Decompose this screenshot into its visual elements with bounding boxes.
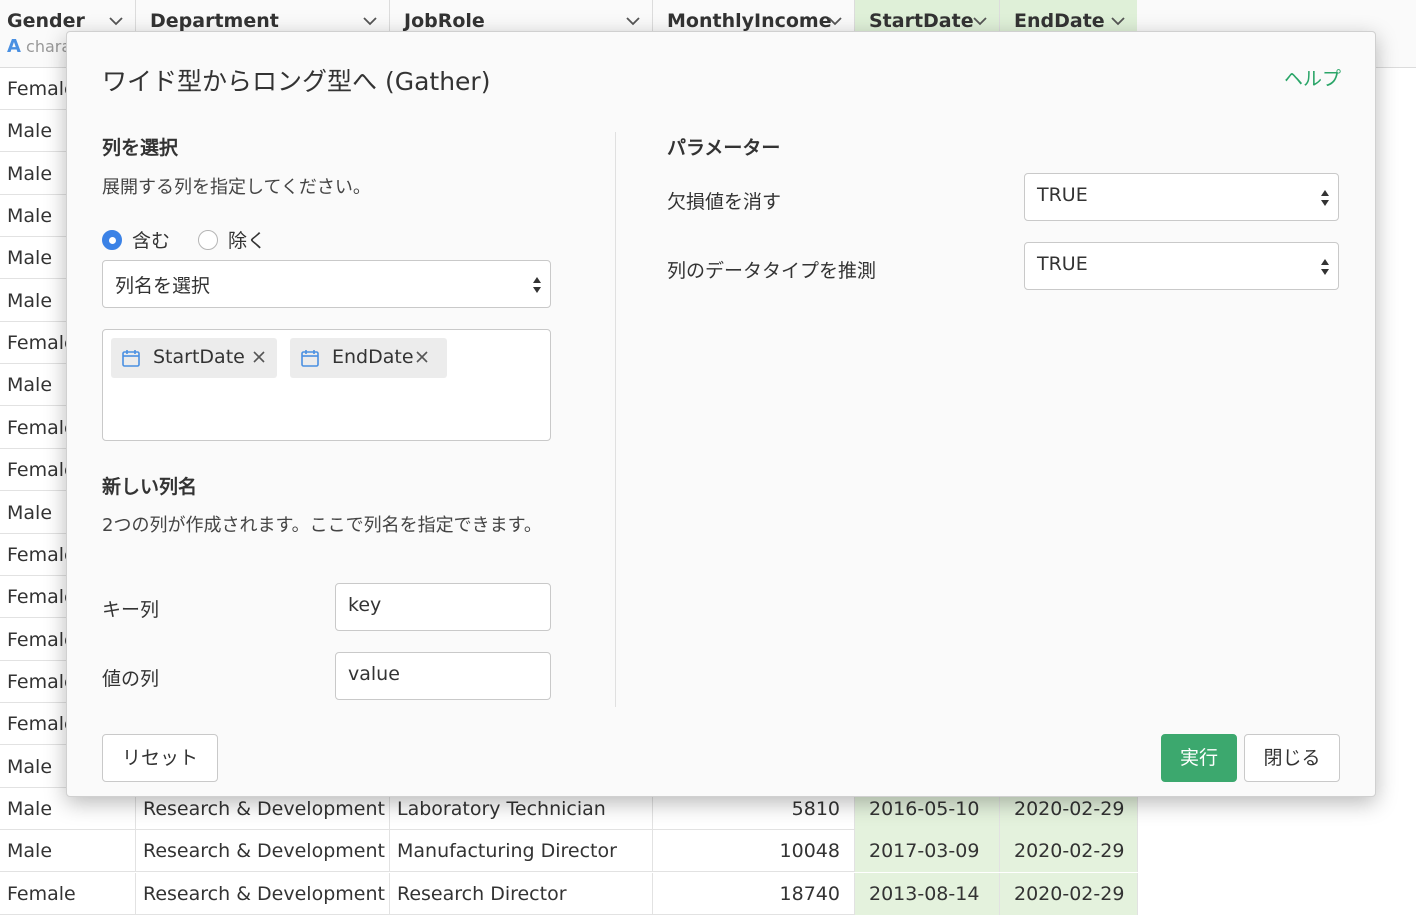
column-name: StartDate [869,10,974,32]
column-select[interactable]: 列名を選択 [102,260,551,308]
cell-gender: Male [0,830,136,873]
table-row: Male Research & Development Manufacturing … [0,830,1138,873]
remove-tag-icon[interactable] [252,350,266,364]
convert-type-value: TRUE [1037,253,1088,275]
cell-income: 10048 [653,830,855,873]
key-column-input[interactable]: key [335,583,551,631]
cell-gender: Female [0,872,136,915]
selected-column-tag: EndDate [290,338,447,378]
table-row: Female Research & Development Research Dir… [0,872,1138,915]
close-button[interactable]: 閉じる [1244,734,1340,782]
cell-end: 2020-02-29 [1000,830,1138,873]
chevron-down-icon[interactable] [107,12,125,30]
cell-department: Research & Development [136,830,390,873]
column-name: MonthlyIncome [667,10,832,32]
calendar-icon [122,350,140,367]
remove-na-label: 欠損値を消す [667,191,782,213]
column-name: Department [150,10,279,32]
remove-na-value: TRUE [1037,184,1088,206]
value-column-value: value [348,663,400,685]
column-type-label: chara [26,37,72,56]
tag-label: StartDate [153,346,245,368]
cell-income: 18740 [653,872,855,915]
include-radio-label[interactable]: 含む [132,226,170,253]
column-select-placeholder: 列名を選択 [115,275,211,297]
chevron-down-icon[interactable] [826,12,844,30]
column-name: Gender [7,10,85,32]
gather-dialog: ワイド型からロング型へ (Gather) ヘルプ 列を選択 展開する列を指定して… [66,31,1376,797]
help-link[interactable]: ヘルプ [1284,64,1341,91]
chevron-down-icon[interactable] [361,12,379,30]
cell-end: 2020-02-29 [1000,872,1138,915]
tag-label: EndDate [332,346,414,368]
chevron-down-icon[interactable] [971,12,989,30]
key-column-value: key [348,594,382,616]
value-column-label: 値の列 [102,668,160,690]
column-name: JobRole [404,10,485,32]
cell-start: 2013-08-14 [855,872,1000,915]
exclude-radio-label[interactable]: 除く [228,226,266,253]
chevron-down-icon[interactable] [1109,12,1127,30]
select-arrows-icon [1321,259,1329,275]
select-arrows-icon [1321,190,1329,206]
remove-tag-icon[interactable] [415,350,429,364]
column-type: A chara [7,36,71,57]
run-button[interactable]: 実行 [1161,734,1237,782]
remove-na-select[interactable]: TRUE [1024,173,1339,221]
column-name: EndDate [1014,10,1105,32]
new-column-names-description: 2つの列が作成されます。ここで列名を指定できます。 [102,515,542,536]
cell-jobrole: Research Director [390,872,653,915]
selected-column-tag: StartDate [111,338,277,378]
reset-button[interactable]: リセット [102,734,218,782]
selected-columns-box[interactable]: StartDate EndDate [102,329,551,441]
parameters-title: パラメーター [667,137,781,159]
key-column-label: キー列 [102,599,160,621]
convert-type-label: 列のデータタイプを推測 [667,260,877,282]
cell-jobrole: Manufacturing Director [390,830,653,873]
cell-department: Research & Development [136,872,390,915]
exclude-radio[interactable] [198,230,218,250]
select-columns-title: 列を選択 [102,137,179,159]
convert-type-select[interactable]: TRUE [1024,242,1339,290]
select-arrows-icon [533,277,541,293]
cell-start: 2017-03-09 [855,830,1000,873]
include-radio[interactable] [102,230,122,250]
dialog-title: ワイド型からロング型へ (Gather) [102,67,491,96]
select-columns-description: 展開する列を指定してください。 [102,177,371,198]
character-type-icon: A [7,36,21,57]
chevron-down-icon[interactable] [624,12,642,30]
value-column-input[interactable]: value [335,652,551,700]
column-divider [615,132,616,707]
new-column-names-title: 新しい列名 [102,476,198,498]
calendar-icon [301,350,319,367]
